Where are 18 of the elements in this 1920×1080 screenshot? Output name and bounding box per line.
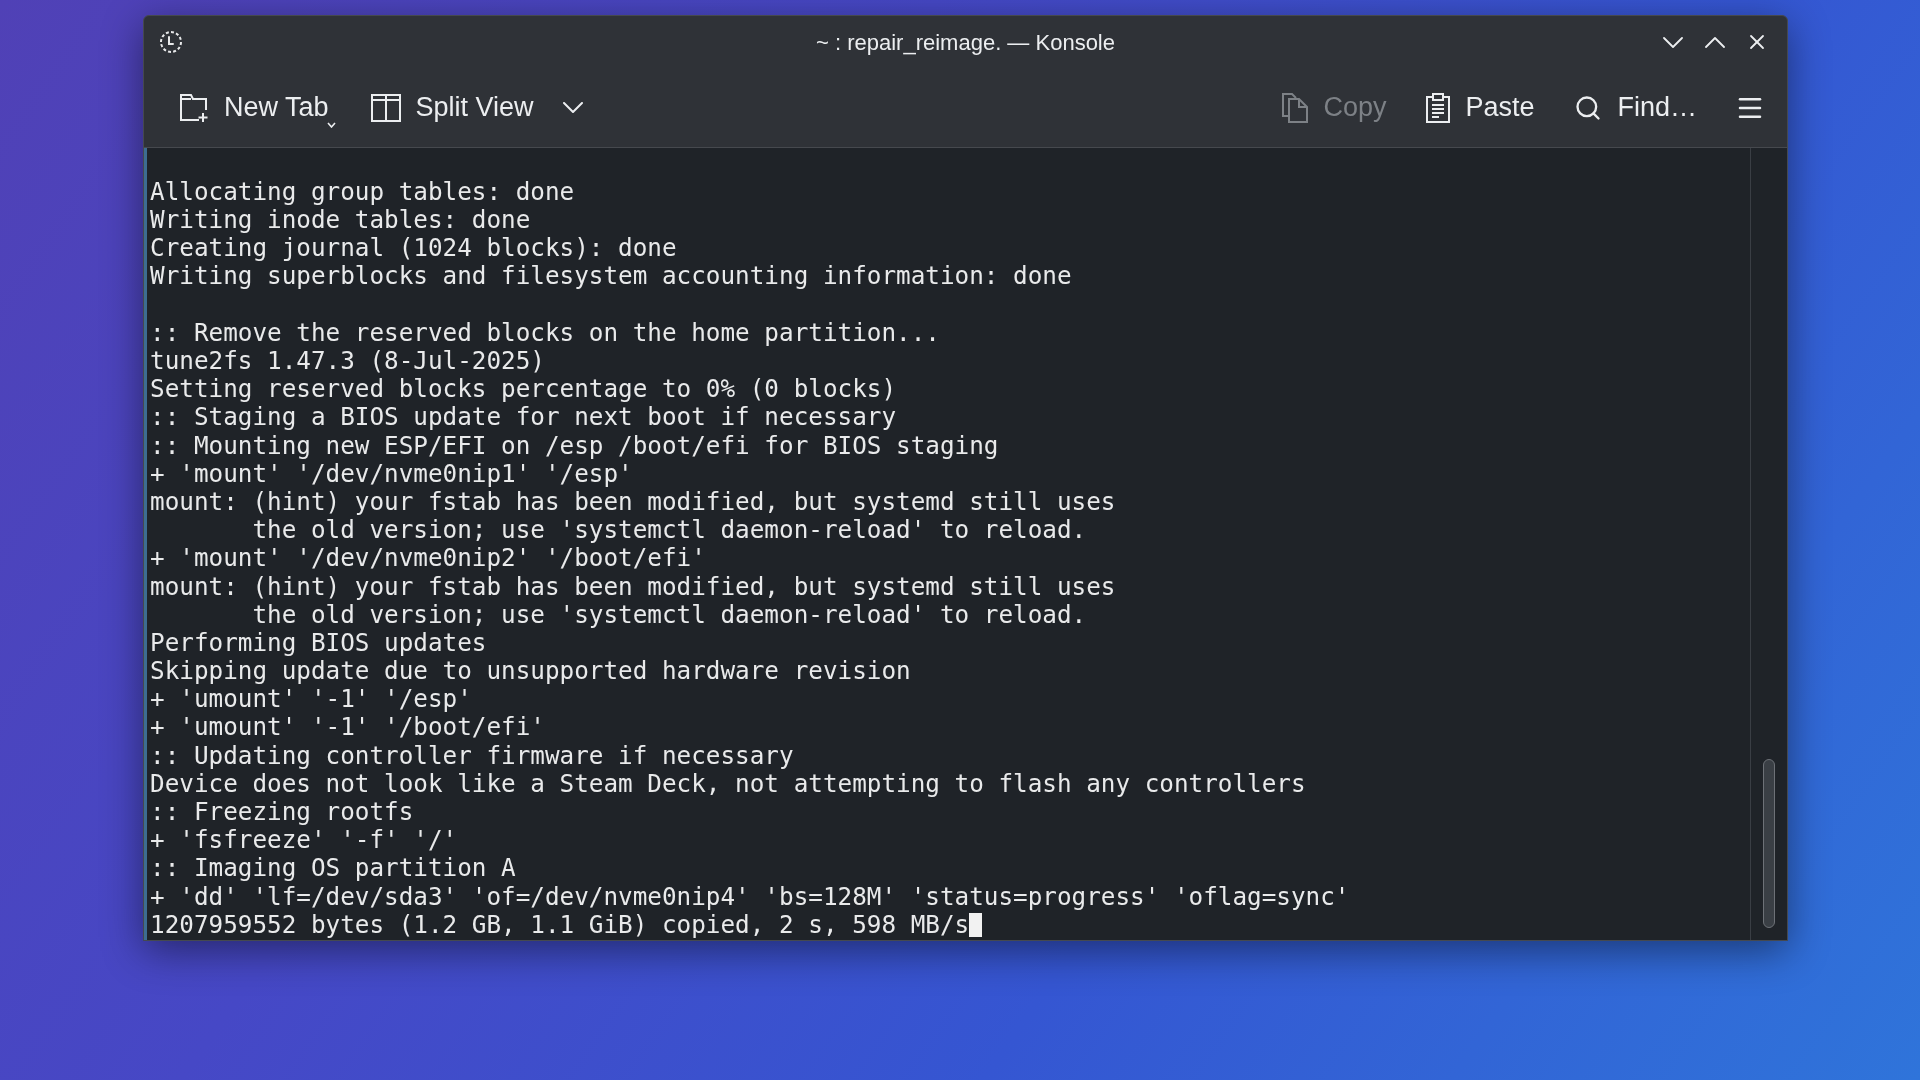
paste-button[interactable]: Paste (1418, 83, 1543, 132)
output-line: Allocating group tables: done (150, 175, 575, 208)
window-title: ~ : repair_reimage. — Konsole (816, 28, 1115, 57)
scrollbar[interactable] (1750, 148, 1787, 940)
split-view-button[interactable]: Split View (362, 83, 591, 132)
new-tab-icon (179, 92, 209, 123)
chevron-down-icon (562, 102, 583, 113)
new-tab-button[interactable]: New Tab (171, 83, 337, 132)
find-button[interactable]: Find… (1566, 83, 1705, 132)
scrollbar-thumb[interactable] (1763, 759, 1775, 928)
app-icon (159, 30, 183, 54)
chevron-up-icon (1705, 36, 1725, 48)
search-icon (1574, 93, 1603, 122)
caret-icon (326, 121, 336, 128)
copy-icon (1282, 92, 1309, 123)
chevron-down-icon (1663, 36, 1683, 48)
clipboard-icon (1426, 92, 1451, 123)
split-view-icon (370, 93, 401, 122)
